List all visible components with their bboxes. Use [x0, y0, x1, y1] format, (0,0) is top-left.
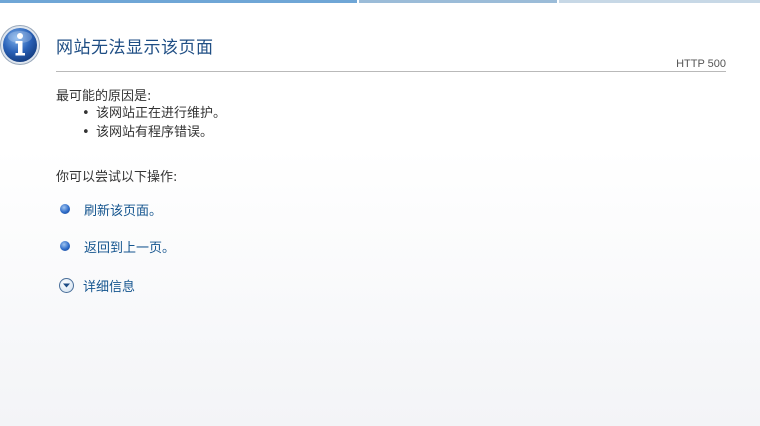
- chevron-down-icon[interactable]: [59, 278, 74, 293]
- details-link[interactable]: 详细信息: [83, 276, 135, 295]
- reasons-list: • 该网站正在进行维护。 • 该网站有程序错误。: [82, 104, 226, 142]
- refresh-link[interactable]: 刷新该页面。: [84, 200, 162, 219]
- refresh-action[interactable]: 刷新该页面。: [60, 200, 162, 219]
- bullet-orb-icon: [60, 203, 70, 214]
- title-divider: [56, 71, 726, 72]
- top-progress-strip: [0, 0, 760, 3]
- back-action[interactable]: 返回到上一页。: [60, 237, 175, 256]
- list-item: • 该网站正在进行维护。: [82, 104, 226, 123]
- reasons-heading: 最可能的原因是:: [56, 89, 152, 104]
- page-title: 网站无法显示该页面: [56, 38, 214, 58]
- reason-text: 该网站有程序错误。: [96, 125, 214, 140]
- list-item: • 该网站有程序错误。: [82, 123, 226, 142]
- bullet-icon: •: [82, 125, 90, 140]
- http-status-code: HTTP 500: [676, 58, 726, 70]
- bullet-orb-icon: [60, 240, 70, 251]
- info-icon: [0, 24, 42, 66]
- details-action[interactable]: 详细信息: [59, 276, 135, 295]
- reason-text: 该网站正在进行维护。: [96, 106, 227, 121]
- bullet-icon: •: [82, 106, 90, 121]
- actions-heading: 你可以尝试以下操作:: [56, 170, 178, 185]
- back-link[interactable]: 返回到上一页。: [84, 237, 175, 256]
